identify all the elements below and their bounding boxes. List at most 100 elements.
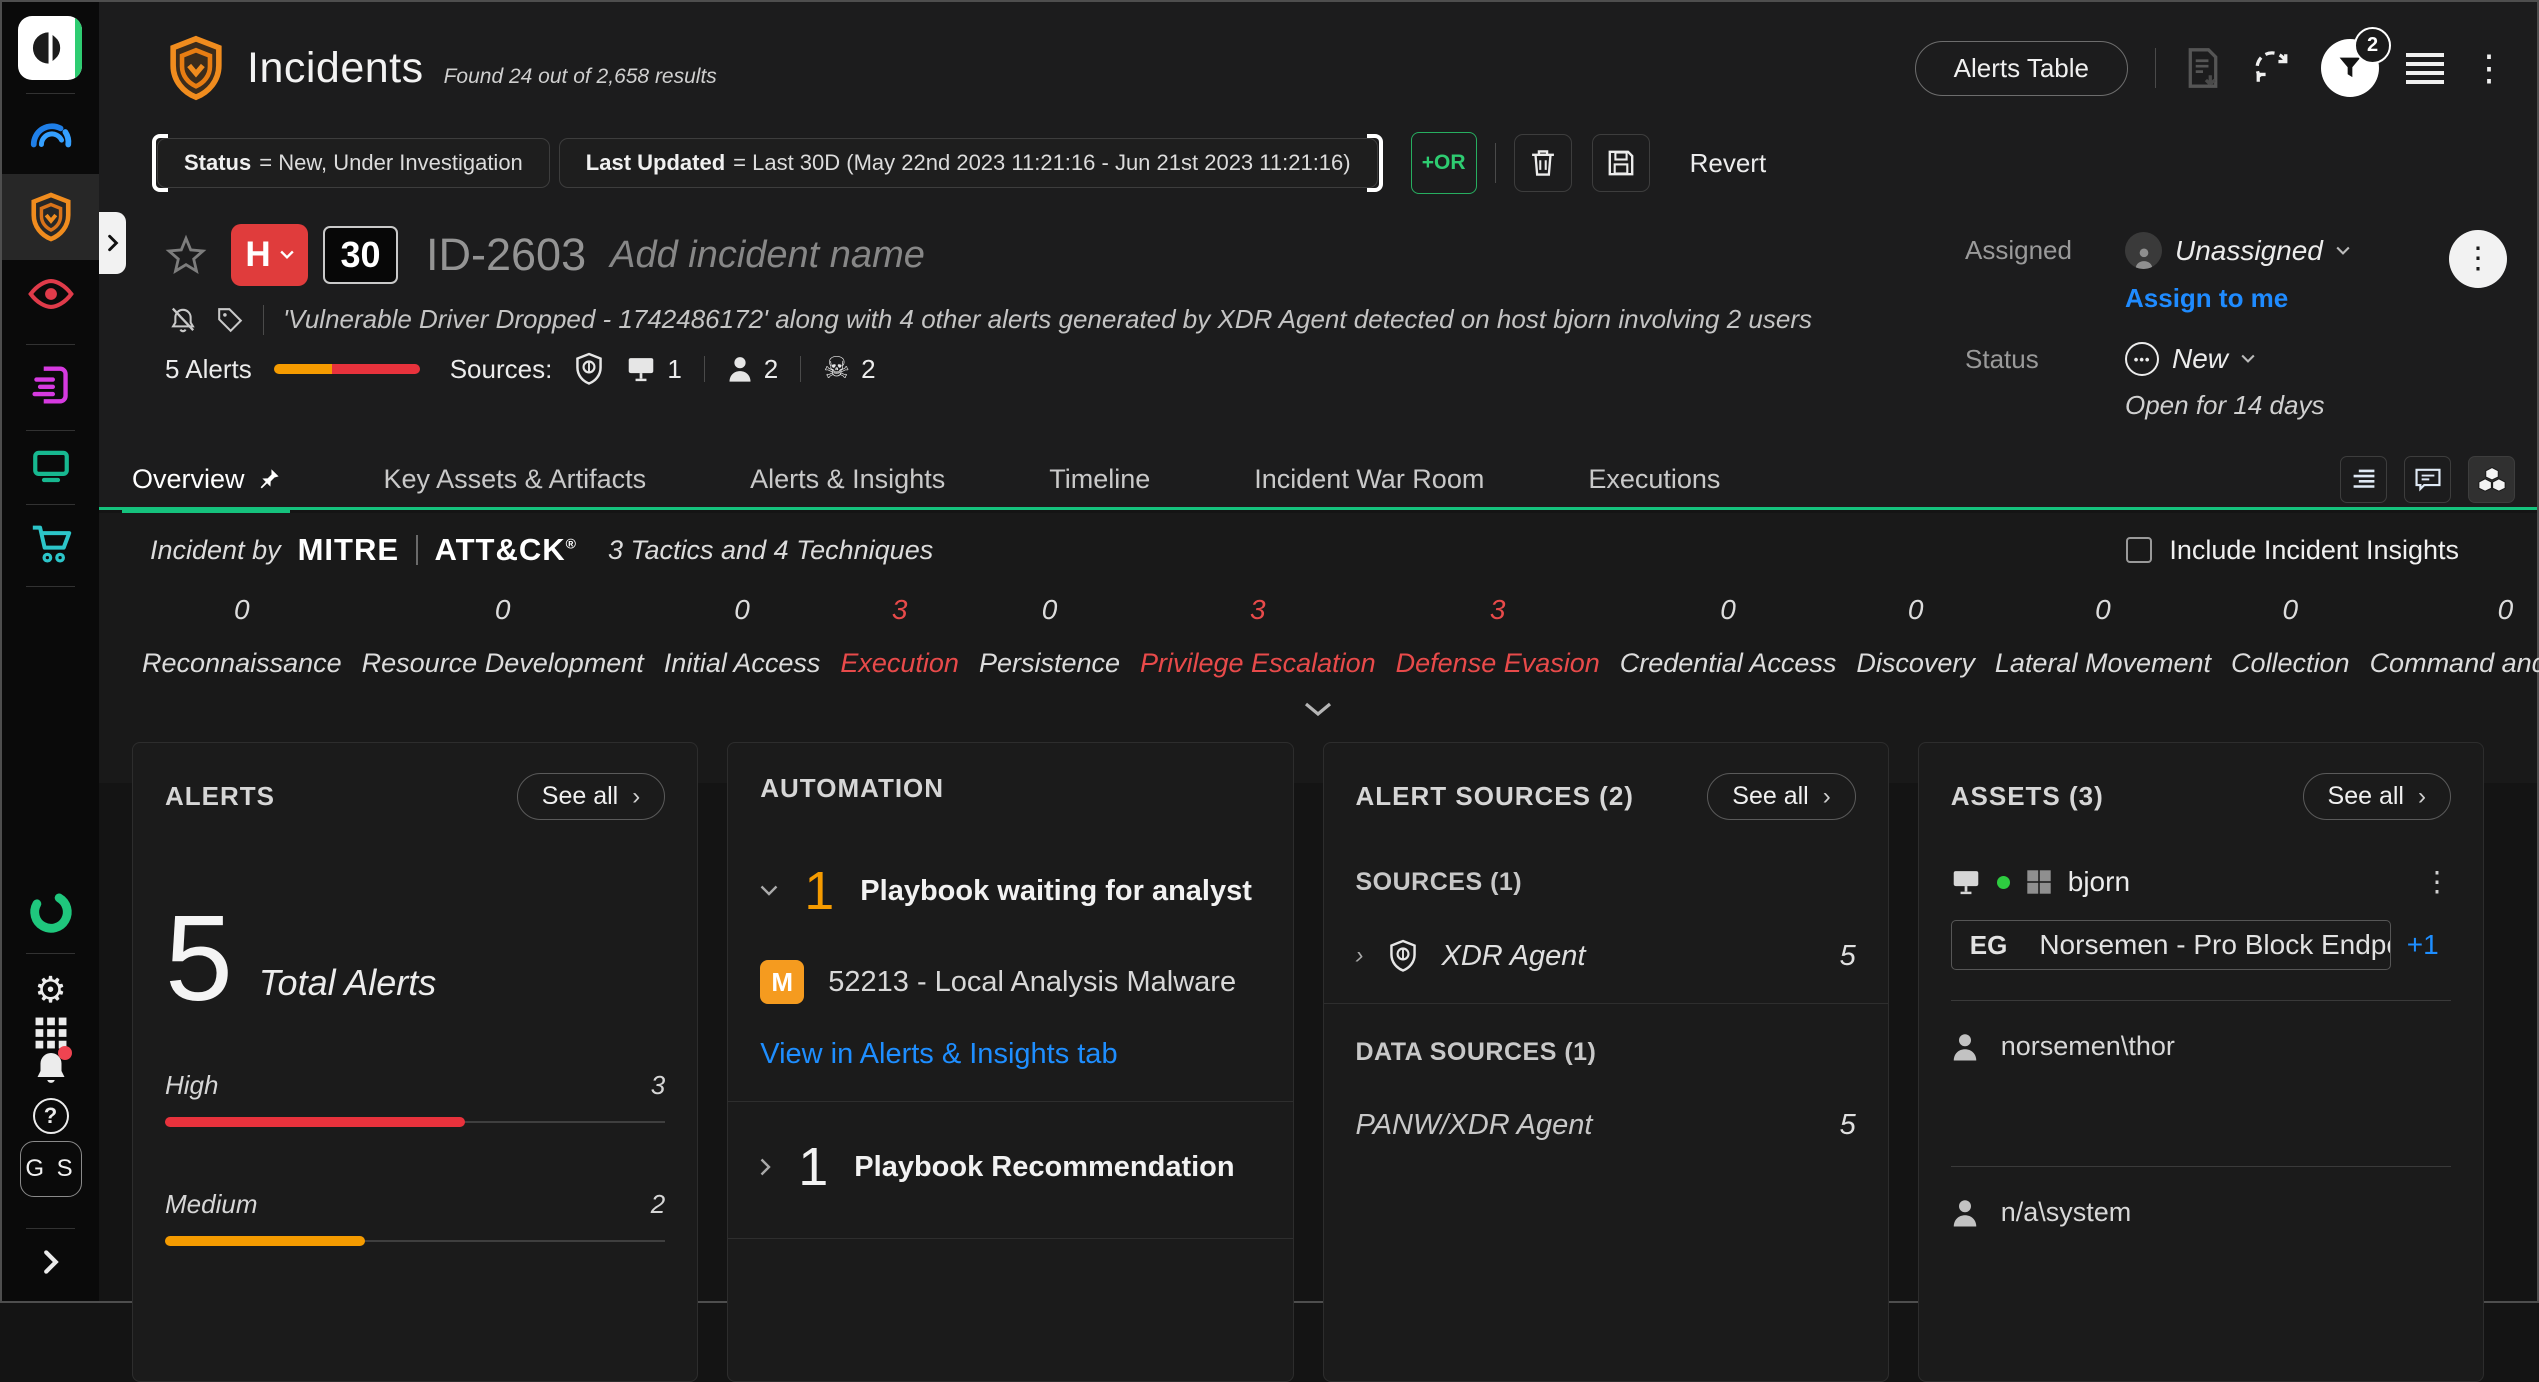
collapse-section-button[interactable] (99, 702, 2537, 716)
severity-badge[interactable]: H (231, 224, 308, 286)
chevron-down-icon (760, 885, 778, 897)
comments-button[interactable] (2404, 456, 2451, 503)
filter-pill-last-updated[interactable]: Last Updated = Last 30D (May 22nd 2023 1… (559, 138, 1378, 188)
tactic-execution[interactable]: 3Execution (830, 594, 969, 679)
tactic-defense-evasion[interactable]: 3Defense Evasion (1386, 594, 1610, 679)
tab-overview[interactable]: Overview (132, 451, 280, 509)
include-insights-control[interactable]: Include Incident Insights (2126, 535, 2459, 566)
divider (26, 93, 75, 94)
tactic-command-and-control[interactable]: 0Command and Control (2360, 594, 2539, 679)
tactic-label: Credential Access (1620, 648, 1837, 679)
host-asset-row[interactable]: bjorn ⋮ (1951, 866, 2451, 898)
agent-shield-icon (574, 352, 604, 386)
host-actions-icon[interactable]: ⋮ (2423, 874, 2451, 891)
filter-pill-status[interactable]: Status = New, Under Investigation (157, 138, 550, 188)
assets-see-all-button[interactable]: See all› (2303, 773, 2451, 820)
sidebar-item-dashboard[interactable] (2, 105, 99, 161)
tactic-label: Lateral Movement (1995, 648, 2211, 679)
alerts-table-button[interactable]: Alerts Table (1915, 41, 2128, 96)
tab-executions[interactable]: Executions (1588, 451, 1720, 509)
user-asset-row[interactable]: n/a\system (1951, 1197, 2451, 1228)
layout-view-button[interactable] (2340, 456, 2387, 503)
tab-alerts-insights[interactable]: Alerts & Insights (750, 451, 945, 509)
tactic-initial-access[interactable]: 0Initial Access (654, 594, 831, 679)
filter-value: = New, Under Investigation (259, 150, 523, 176)
endpoint-group-tag[interactable]: EG Norsemen - Pro Block Endpoin... (1951, 920, 2391, 970)
users-metric[interactable]: 2 (727, 354, 778, 385)
insights-checkbox[interactable] (2126, 537, 2152, 563)
sidebar-item-reports[interactable] (2, 357, 99, 413)
panel-expand-handle[interactable] (99, 212, 126, 274)
playbook-waiting-group[interactable]: 1 Playbook waiting for analyst (760, 860, 1260, 922)
filter-button[interactable]: 2 (2321, 39, 2379, 97)
revert-button[interactable]: Revert (1690, 148, 1767, 179)
sidebar-item-incidents-active[interactable] (2, 174, 99, 260)
tactic-label: Persistence (979, 648, 1120, 679)
sidebar-item-marketplace[interactable] (2, 516, 99, 572)
cortex-logo[interactable] (18, 16, 82, 80)
menu-icon[interactable] (2406, 53, 2444, 84)
alerts-severity-bar (274, 364, 420, 374)
sidebar-item-endpoints[interactable] (2, 438, 99, 494)
assignee-dropdown[interactable]: Unassigned (2125, 232, 2350, 269)
tactic-label: Collection (2231, 648, 2350, 679)
save-filter-button[interactable] (1592, 134, 1650, 192)
more-tags-link[interactable]: +1 (2407, 929, 2439, 961)
status-dropdown[interactable]: ••• New (2125, 342, 2350, 376)
source-name: XDR Agent (1442, 940, 1586, 973)
open-duration: Open for 14 days (2125, 390, 2350, 421)
report-icon (31, 365, 71, 405)
alerts-see-all-button[interactable]: See all› (517, 773, 665, 820)
tab-key-assets[interactable]: Key Assets & Artifacts (384, 451, 647, 509)
tactic-label: Execution (840, 648, 959, 679)
malware-alert-row[interactable]: M 52213 - Local Analysis Malware (760, 960, 1260, 1004)
tag-icon[interactable] (216, 306, 244, 334)
overview-cards: ALERTS See all› 5 Total Alerts High 3 (132, 742, 2484, 1382)
data-source-row[interactable]: PANW/XDR Agent 5 (1356, 1109, 1856, 1142)
tactic-collection[interactable]: 0 Collection (2221, 594, 2360, 679)
incident-name-input[interactable]: Add incident name (610, 234, 925, 277)
tactic-reconnaissance[interactable]: 0Reconnaissance (132, 594, 352, 679)
tab-label: Alerts & Insights (750, 464, 945, 495)
delete-filter-button[interactable] (1514, 134, 1572, 192)
agent-source-metric[interactable] (574, 352, 604, 386)
users-count: 2 (764, 354, 778, 385)
tactic-count: 0 (2231, 594, 2350, 626)
tactic-resource-development[interactable]: 0Resource Development (352, 594, 654, 679)
playbook-recommendation-group[interactable]: 1 Playbook Recommendation (760, 1136, 1260, 1198)
tactic-privilege-escalation[interactable]: 3Privilege Escalation (1130, 594, 1386, 679)
hosts-metric[interactable]: 1 (626, 354, 681, 385)
tactic-discovery[interactable]: 0Discovery (1846, 594, 1985, 679)
sidebar-item-profile[interactable]: G S (2, 1136, 99, 1202)
user-asset-row[interactable]: norsemen\thor (1951, 1031, 2451, 1062)
export-report-icon[interactable] (2183, 46, 2223, 90)
threat-actors-metric[interactable]: ☠ 2 (823, 354, 875, 385)
sidebar-item-automation[interactable] (2, 884, 99, 940)
notifications-off-icon[interactable] (169, 306, 197, 334)
notification-dot (58, 1046, 72, 1060)
tab-war-room[interactable]: Incident War Room (1254, 451, 1484, 509)
page-header: Incidents Found 24 out of 2,658 results … (99, 20, 2537, 116)
divider (26, 953, 75, 954)
star-icon[interactable] (165, 234, 207, 276)
sources-see-all-button[interactable]: See all› (1707, 773, 1855, 820)
tactic-lateral-movement[interactable]: 0Lateral Movement (1985, 594, 2221, 679)
divider (1951, 1000, 2451, 1001)
view-alerts-link[interactable]: View in Alerts & Insights tab (760, 1038, 1117, 1071)
widgets-button[interactable] (2468, 456, 2515, 503)
refresh-icon[interactable] (2250, 46, 2294, 90)
pin-icon (258, 468, 280, 492)
more-options-icon[interactable]: ⋮ (2471, 57, 2507, 79)
sidebar-expand-button[interactable] (2, 1234, 99, 1290)
sidebar-item-threat-hunting[interactable] (2, 266, 99, 322)
tab-timeline[interactable]: Timeline (1049, 451, 1150, 509)
xdr-agent-source-row[interactable]: › XDR Agent 5 (1356, 939, 1856, 973)
tactic-credential-access[interactable]: 0Credential Access (1610, 594, 1847, 679)
card-title: AUTOMATION (760, 773, 944, 804)
divider (416, 535, 418, 565)
malware-badge: M (760, 960, 804, 1004)
assign-to-me-link[interactable]: Assign to me (2125, 283, 2350, 314)
add-or-filter-button[interactable]: +OR (1411, 132, 1477, 194)
incident-actions-button[interactable]: ⋮ (2449, 230, 2507, 288)
tactic-persistence[interactable]: 0Persistence (969, 594, 1130, 679)
